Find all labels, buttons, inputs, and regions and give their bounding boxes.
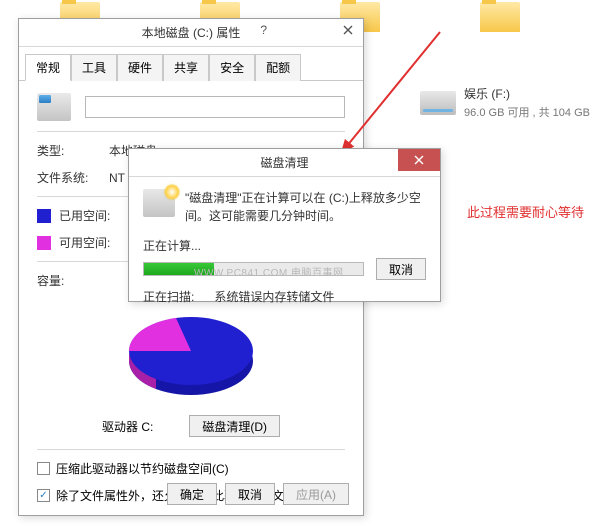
watermark-text: WWW.PC841.COM 电脑百事网 xyxy=(194,264,344,276)
used-label: 已用空间: xyxy=(59,207,110,224)
fs-label: 文件系统: xyxy=(37,169,109,186)
free-label: 可用空间: xyxy=(59,234,110,251)
tab-security[interactable]: 安全 xyxy=(209,54,255,81)
compress-label: 压缩此驱动器以节约磁盘空间(C) xyxy=(56,460,229,477)
disk-cleanup-dialog: 磁盘清理 "磁盘清理"正在计算可以在 (C:)上释放多少空间。这可能需要几分钟时… xyxy=(128,148,441,302)
cleanup-icon xyxy=(143,189,175,217)
free-swatch xyxy=(37,236,51,250)
annotation-note: 此过程需要耐心等待 xyxy=(467,202,584,221)
disk-icon xyxy=(37,93,71,121)
capacity-label: 容量: xyxy=(37,272,109,289)
hdd-icon xyxy=(420,91,456,115)
tab-strip: 常规 工具 硬件 共享 安全 配额 xyxy=(19,47,363,81)
folder-icon[interactable] xyxy=(480,2,520,32)
titlebar[interactable]: ? 本地磁盘 (C:) 属性 xyxy=(19,19,363,47)
disk-cleanup-button[interactable]: 磁盘清理(D) xyxy=(189,415,280,437)
dialog-title: 磁盘清理 xyxy=(129,154,440,171)
tab-quota[interactable]: 配额 xyxy=(255,54,301,81)
tab-tools[interactable]: 工具 xyxy=(71,54,117,81)
tab-hardware[interactable]: 硬件 xyxy=(117,54,163,81)
close-icon[interactable] xyxy=(333,19,363,41)
drive-letter-label: 驱动器 C: xyxy=(102,418,153,435)
compress-checkbox[interactable] xyxy=(37,462,50,475)
drive-title: 娱乐 (F:) xyxy=(464,85,590,102)
help-icon[interactable]: ? xyxy=(260,23,267,37)
ok-button[interactable]: 确定 xyxy=(167,483,217,505)
cancel-button[interactable]: 取消 xyxy=(225,483,275,505)
progress-bar: WWW.PC841.COM 电脑百事网 xyxy=(143,262,364,276)
window-title: 本地磁盘 (C:) 属性 xyxy=(19,24,363,41)
drive-subtitle: 96.0 GB 可用 , 共 104 GB xyxy=(464,104,590,120)
calculating-label: 正在计算... xyxy=(143,237,201,254)
tab-general[interactable]: 常规 xyxy=(25,54,71,81)
index-checkbox[interactable]: ✓ xyxy=(37,489,50,502)
scan-label: 正在扫描: xyxy=(143,288,194,305)
drive-item[interactable]: 娱乐 (F:) 96.0 GB 可用 , 共 104 GB xyxy=(420,85,590,120)
close-icon[interactable] xyxy=(398,149,440,171)
dialog-text: "磁盘清理"正在计算可以在 (C:)上释放多少空间。这可能需要几分钟时间。 xyxy=(185,189,426,225)
fs-value: NT xyxy=(109,171,125,185)
disk-name-input[interactable] xyxy=(85,96,345,118)
titlebar[interactable]: 磁盘清理 xyxy=(129,149,440,177)
cancel-button[interactable]: 取消 xyxy=(376,258,426,280)
tab-sharing[interactable]: 共享 xyxy=(163,54,209,81)
used-swatch xyxy=(37,209,51,223)
scan-value: 系统错误内存转储文件 xyxy=(214,288,334,305)
apply-button: 应用(A) xyxy=(283,483,349,505)
type-label: 类型: xyxy=(37,142,109,159)
